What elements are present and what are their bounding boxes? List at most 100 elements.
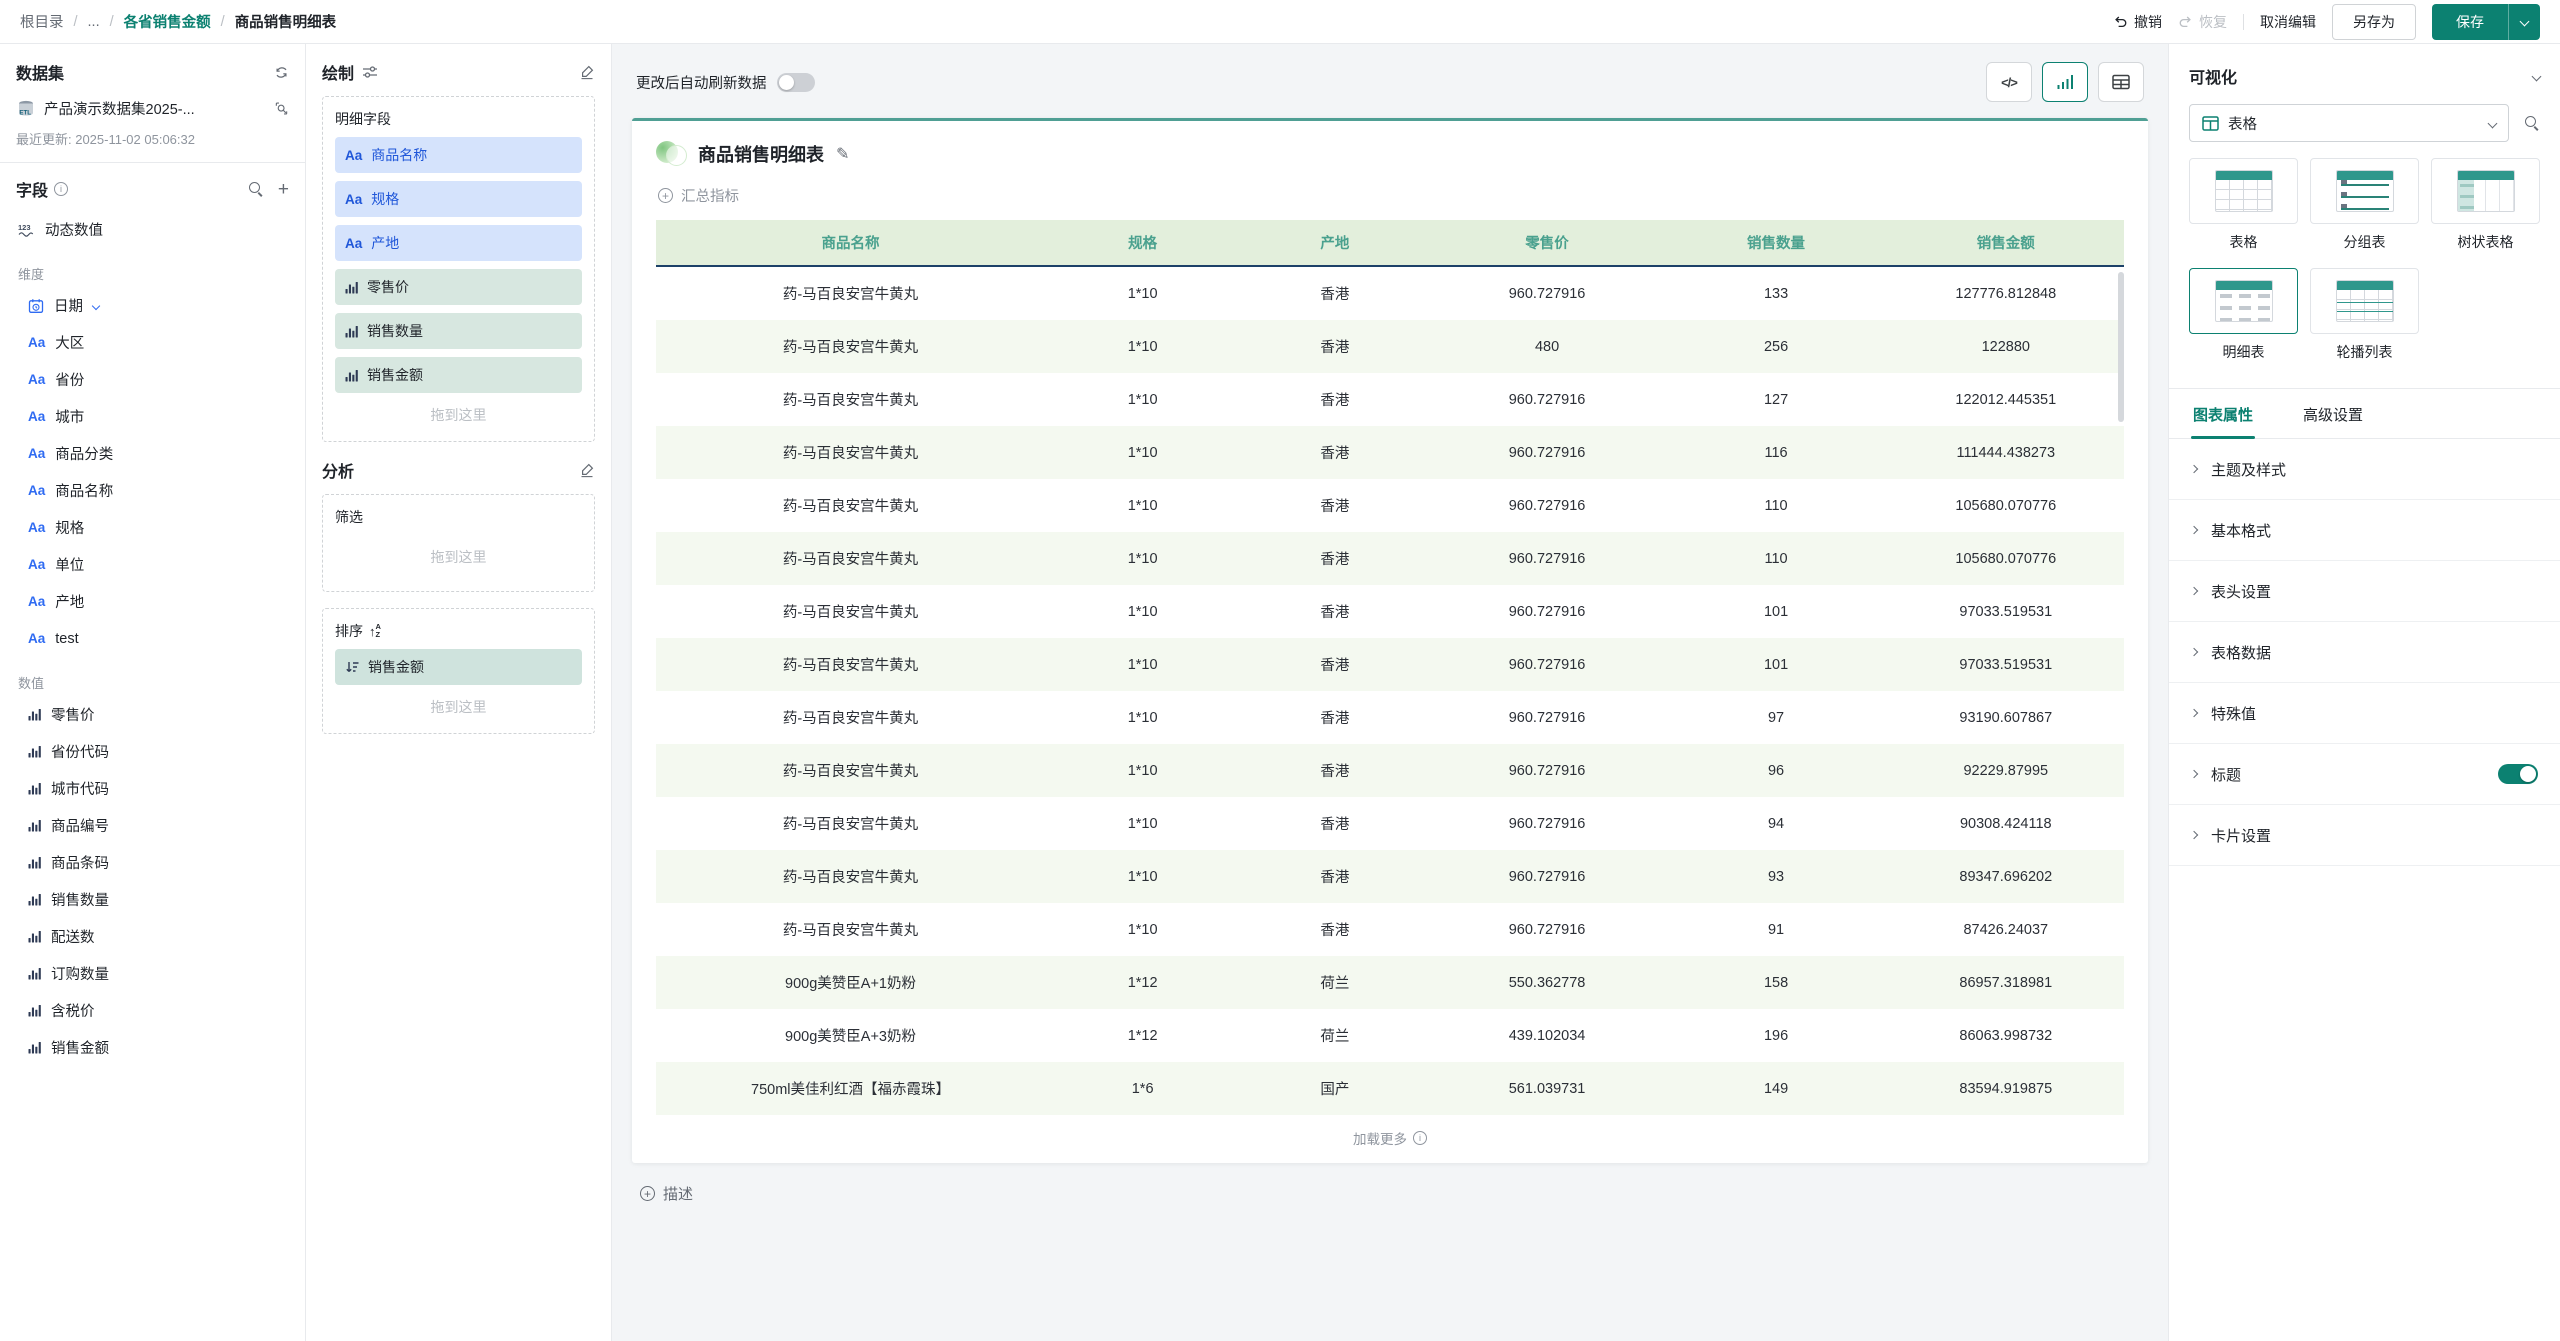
- pill-label: 销售金额: [367, 365, 423, 385]
- settings-section[interactable]: 标题: [2169, 744, 2560, 805]
- chart-type-option[interactable]: 树状表格: [2431, 158, 2540, 252]
- add-field-icon[interactable]: +: [278, 180, 289, 199]
- draw-field-pill[interactable]: Aa 销售数量: [335, 313, 582, 349]
- measure-field-item[interactable]: Aa 城市代码: [16, 770, 289, 807]
- save-button[interactable]: 保存: [2432, 4, 2508, 40]
- draw-field-pill[interactable]: Aa 规格: [335, 181, 582, 217]
- measure-icon: [28, 1041, 41, 1054]
- column-header[interactable]: 销售金额: [1888, 232, 2124, 253]
- measure-field-item[interactable]: Aa 销售数量: [16, 881, 289, 918]
- eraser-icon[interactable]: [579, 64, 595, 80]
- add-summary-button[interactable]: + 汇总指标: [632, 175, 2148, 210]
- measure-field-item[interactable]: Aa 销售金额: [16, 1029, 289, 1066]
- column-header[interactable]: 商品名称: [656, 232, 1045, 253]
- measure-field-item[interactable]: Aa 省份代码: [16, 733, 289, 770]
- dataset-row[interactable]: ETL 产品演示数据集2025-...: [16, 98, 289, 119]
- table-cell: 960.727916: [1430, 445, 1665, 461]
- save-as-button[interactable]: 另存为: [2332, 4, 2416, 40]
- auto-refresh-toggle[interactable]: [777, 73, 815, 92]
- settings-section[interactable]: 基本格式: [2169, 500, 2560, 561]
- settings-section[interactable]: 主题及样式: [2169, 439, 2560, 500]
- dimension-field-item[interactable]: Aa 省份: [16, 361, 289, 398]
- dimension-field-item[interactable]: Aa 产地: [16, 583, 289, 620]
- column-header[interactable]: 产地: [1240, 232, 1429, 253]
- settings-section[interactable]: 表头设置: [2169, 561, 2560, 622]
- detail-fields-dropzone[interactable]: 明细字段 Aa 商品名称 Aa 规格 Aa 产地 Aa 零售价 Aa 销售数量 …: [322, 96, 595, 442]
- chart-type-thumbnail: [2431, 158, 2540, 224]
- dimension-field-item[interactable]: Aa 大区: [16, 324, 289, 361]
- eraser-icon[interactable]: [579, 462, 595, 478]
- measure-field-item[interactable]: Aa 零售价: [16, 696, 289, 733]
- column-header[interactable]: 零售价: [1430, 232, 1665, 253]
- search-chart-type-icon[interactable]: [2525, 116, 2540, 131]
- redo-button[interactable]: 恢复: [2178, 12, 2227, 32]
- table-cell: 药-马百良安宫牛黄丸: [656, 601, 1045, 622]
- table-cell: 750ml美佳利红酒【福赤霞珠】: [656, 1078, 1045, 1099]
- chart-type-option[interactable]: 分组表: [2310, 158, 2419, 252]
- chart-type-select[interactable]: 表格: [2189, 104, 2509, 142]
- measure-field-item[interactable]: Aa 配送数: [16, 918, 289, 955]
- breadcrumb-item[interactable]: 根目录: [20, 11, 64, 32]
- column-header[interactable]: 销售数量: [1664, 232, 1887, 253]
- dynamic-value-label: 动态数值: [45, 219, 103, 240]
- pill-label: 规格: [371, 189, 399, 209]
- measure-icon: [28, 967, 41, 980]
- table-cell: 荷兰: [1240, 972, 1429, 993]
- measure-icon: [345, 281, 358, 294]
- field-label: test: [55, 631, 78, 647]
- search-icon[interactable]: [249, 182, 264, 197]
- draw-field-pill[interactable]: Aa 销售金额: [335, 357, 582, 393]
- dimension-field-item[interactable]: Aa 日期: [16, 287, 289, 324]
- sliders-icon[interactable]: [362, 65, 378, 79]
- settings-tab[interactable]: 高级设置: [2301, 389, 2365, 438]
- column-header[interactable]: 规格: [1045, 232, 1240, 253]
- settings-section[interactable]: 卡片设置: [2169, 805, 2560, 866]
- settings-tab[interactable]: 图表属性: [2191, 389, 2255, 438]
- table-cell: 1*10: [1045, 339, 1240, 355]
- add-description-button[interactable]: + 描述: [612, 1163, 2168, 1224]
- description-label: 描述: [663, 1183, 693, 1204]
- draw-field-pill[interactable]: Aa 商品名称: [335, 137, 582, 173]
- plus-circle-icon: +: [658, 188, 673, 203]
- measure-field-item[interactable]: Aa 含税价: [16, 992, 289, 1029]
- measure-field-item[interactable]: Aa 商品编号: [16, 807, 289, 844]
- dynamic-value-item[interactable]: 123 动态数值: [16, 211, 289, 248]
- code-view-button[interactable]: </>: [1986, 62, 2032, 102]
- dataset-preview-icon[interactable]: [274, 101, 289, 116]
- breadcrumb-item[interactable]: ...: [88, 14, 100, 30]
- title-toggle[interactable]: [2498, 764, 2538, 784]
- settings-section[interactable]: 表格数据: [2169, 622, 2560, 683]
- chart-type-label: 树状表格: [2431, 232, 2540, 252]
- edit-title-icon[interactable]: ✎: [836, 144, 849, 164]
- cancel-edit-button[interactable]: 取消编辑: [2260, 12, 2316, 32]
- table-view-button[interactable]: [2098, 62, 2144, 102]
- table-cell: 1*12: [1045, 975, 1240, 991]
- dimension-field-item[interactable]: Aa 规格: [16, 509, 289, 546]
- chart-type-option[interactable]: 表格: [2189, 158, 2298, 252]
- draw-field-pill[interactable]: Aa 零售价: [335, 269, 582, 305]
- dimension-field-item[interactable]: Aa 单位: [16, 546, 289, 583]
- collapse-chevron-icon[interactable]: [2532, 71, 2542, 81]
- table-scrollbar[interactable]: [2118, 272, 2124, 422]
- measure-field-item[interactable]: Aa 订购数量: [16, 955, 289, 992]
- dimension-field-item[interactable]: Aa 商品分类: [16, 435, 289, 472]
- breadcrumb-item[interactable]: 各省销售金额: [124, 11, 211, 32]
- measure-field-item[interactable]: Aa 商品条码: [16, 844, 289, 881]
- chart-type-option[interactable]: 轮播列表: [2310, 268, 2419, 362]
- chart-view-button[interactable]: [2042, 62, 2088, 102]
- dimension-field-item[interactable]: Aa test: [16, 620, 289, 657]
- settings-section[interactable]: 特殊值: [2169, 683, 2560, 744]
- draw-field-pill[interactable]: Aa 销售金额: [335, 649, 582, 685]
- switch-dataset-icon[interactable]: [274, 65, 289, 80]
- load-more-button[interactable]: 加载更多 i: [632, 1115, 2148, 1163]
- undo-button[interactable]: 撤销: [2113, 12, 2162, 32]
- dimension-field-item[interactable]: Aa 城市: [16, 398, 289, 435]
- info-icon: i: [1413, 1131, 1427, 1145]
- dimension-field-item[interactable]: Aa 商品名称: [16, 472, 289, 509]
- save-dropdown-button[interactable]: [2508, 4, 2540, 40]
- sort-dropzone[interactable]: 排序 ↑AZ Aa 销售金额 拖到这里: [322, 608, 595, 734]
- chart-type-option[interactable]: 明细表: [2189, 268, 2298, 362]
- draw-panel-title: 绘制: [322, 60, 354, 84]
- filter-dropzone[interactable]: 筛选 拖到这里: [322, 494, 595, 592]
- draw-field-pill[interactable]: Aa 产地: [335, 225, 582, 261]
